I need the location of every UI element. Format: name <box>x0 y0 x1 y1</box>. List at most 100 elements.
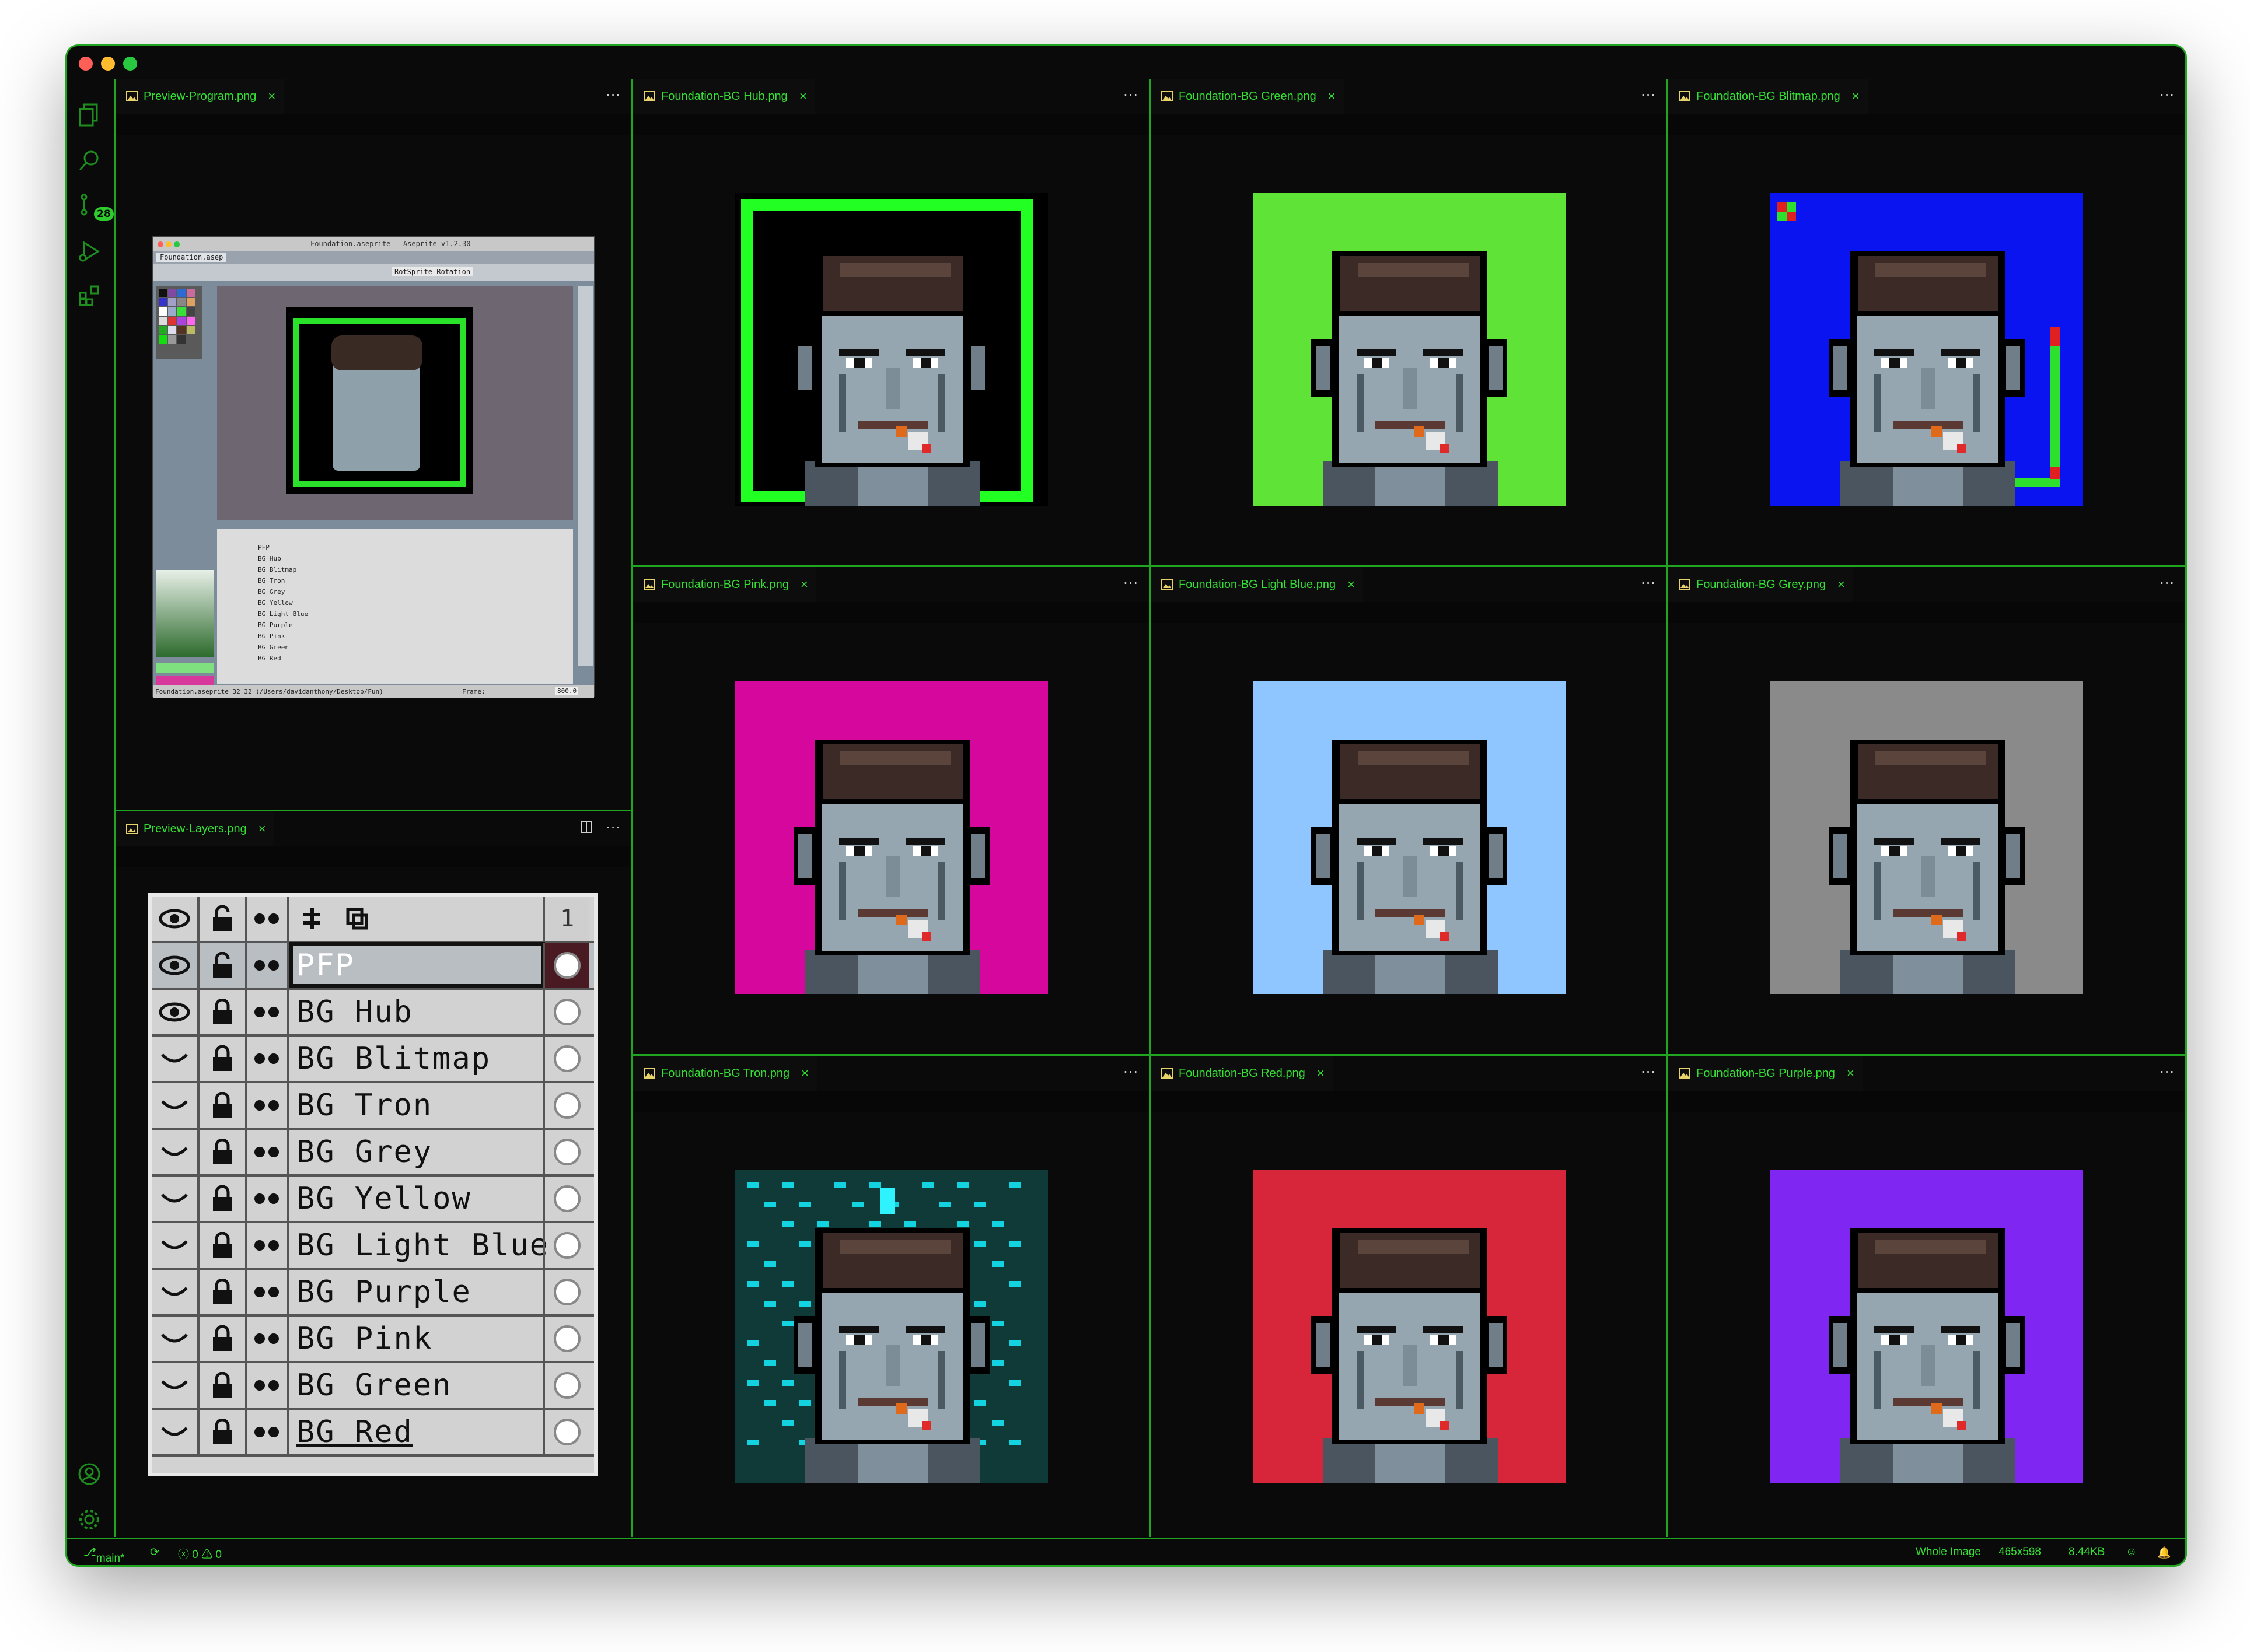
close-tab-icon[interactable]: × <box>1852 89 1860 104</box>
cel-indicator[interactable] <box>543 990 589 1034</box>
notifications-bell-icon[interactable]: 🔔 <box>2157 1546 2171 1560</box>
more-actions-icon[interactable]: ··· <box>1123 87 1138 103</box>
layer-name[interactable]: BG Purple <box>296 1270 471 1314</box>
settings-gear-icon[interactable] <box>76 1507 102 1532</box>
lock-icon[interactable] <box>200 1083 247 1128</box>
zoom-mode[interactable]: Whole Image <box>1916 1546 1981 1559</box>
layer-row[interactable]: BG Purple <box>152 1270 594 1317</box>
continuous-icon[interactable] <box>247 1317 289 1361</box>
zoom-button[interactable] <box>123 57 137 71</box>
lock-icon[interactable] <box>200 1270 247 1314</box>
continuous-icon[interactable] <box>247 1083 289 1128</box>
close-tab-icon[interactable]: × <box>801 577 808 592</box>
continuous-icon[interactable] <box>247 1223 289 1268</box>
tab-bg-green[interactable]: Foundation-BG Green.png × <box>1151 79 1344 114</box>
lock-icon[interactable] <box>200 1317 247 1361</box>
layer-row[interactable]: BG Pink <box>152 1317 594 1363</box>
lock-icon[interactable] <box>200 1177 247 1221</box>
more-actions-icon[interactable]: ··· <box>1123 1064 1138 1080</box>
close-button[interactable] <box>79 57 93 71</box>
layer-name[interactable]: BG Light Blue <box>296 1223 549 1268</box>
eye-closed-icon[interactable] <box>152 1223 200 1268</box>
continuous-icon[interactable] <box>247 1270 289 1314</box>
continuous-icon[interactable] <box>247 1037 289 1081</box>
eye-icon[interactable] <box>152 943 200 988</box>
lock-icon[interactable] <box>200 1223 247 1268</box>
close-tab-icon[interactable]: × <box>1837 577 1845 592</box>
eye-closed-icon[interactable] <box>152 1363 200 1408</box>
more-actions-icon[interactable]: ··· <box>2160 575 2175 592</box>
more-actions-icon[interactable]: ··· <box>1641 575 1656 592</box>
more-actions-icon[interactable]: ··· <box>1641 87 1656 103</box>
cel-indicator[interactable] <box>543 1130 589 1174</box>
layer-name[interactable]: BG Yellow <box>296 1177 471 1221</box>
layer-name[interactable]: BG Hub <box>296 990 413 1034</box>
layer-name[interactable]: BG Green <box>296 1363 452 1408</box>
feedback-icon[interactable]: ☺ <box>2126 1546 2137 1559</box>
tab-preview-layers[interactable]: Preview-Layers.png × <box>116 811 274 846</box>
more-actions-icon[interactable]: ··· <box>606 820 621 836</box>
layer-row[interactable]: BG Grey <box>152 1130 594 1177</box>
close-tab-icon[interactable]: × <box>1847 1066 1854 1081</box>
lock-icon[interactable] <box>200 1037 247 1081</box>
eye-closed-icon[interactable] <box>152 1083 200 1128</box>
extensions-icon[interactable] <box>76 283 102 309</box>
eye-closed-icon[interactable] <box>152 1410 200 1454</box>
branch-indicator[interactable]: ⎇ main* <box>83 1546 124 1564</box>
close-tab-icon[interactable]: × <box>799 89 807 104</box>
cel-indicator[interactable] <box>543 1410 589 1454</box>
lock-icon[interactable] <box>200 1130 247 1174</box>
layer-row[interactable]: BG Green <box>152 1363 594 1410</box>
eye-icon[interactable] <box>152 990 200 1034</box>
tab-bg-tron[interactable]: Foundation-BG Tron.png × <box>633 1056 817 1091</box>
cel-indicator[interactable] <box>543 1037 589 1081</box>
layer-row[interactable]: BG Red <box>152 1410 594 1457</box>
cel-indicator[interactable] <box>543 1223 589 1268</box>
cel-indicator[interactable] <box>543 1363 589 1408</box>
layer-row[interactable]: PFP <box>152 942 594 990</box>
lock-icon[interactable] <box>200 990 247 1034</box>
cel-indicator[interactable] <box>543 943 589 988</box>
layer-row[interactable]: BG Yellow <box>152 1177 594 1223</box>
split-editor-icon[interactable] <box>580 821 593 834</box>
continuous-icon[interactable] <box>247 990 289 1034</box>
continuous-icon[interactable] <box>247 943 289 988</box>
eye-closed-icon[interactable] <box>152 1317 200 1361</box>
tab-bg-hub[interactable]: Foundation-BG Hub.png × <box>633 79 815 114</box>
layer-row[interactable]: BG Tron <box>152 1083 594 1130</box>
more-actions-icon[interactable]: ··· <box>606 87 621 103</box>
lock-icon[interactable] <box>200 1363 247 1408</box>
files-icon[interactable] <box>76 102 102 128</box>
close-tab-icon[interactable]: × <box>1328 89 1336 104</box>
sync-icon[interactable]: ⟳ <box>150 1546 159 1559</box>
tab-bg-red[interactable]: Foundation-BG Red.png × <box>1151 1056 1333 1091</box>
eye-closed-icon[interactable] <box>152 1130 200 1174</box>
eye-closed-icon[interactable] <box>152 1177 200 1221</box>
tab-bg-blitmap[interactable]: Foundation-BG Blitmap.png × <box>1668 79 1868 114</box>
tab-bg-purple[interactable]: Foundation-BG Purple.png × <box>1668 1056 1863 1091</box>
layer-name[interactable]: BG Red <box>296 1410 413 1454</box>
tab-bg-pink[interactable]: Foundation-BG Pink.png × <box>633 567 816 602</box>
more-actions-icon[interactable]: ··· <box>1641 1064 1656 1080</box>
more-actions-icon[interactable]: ··· <box>1123 575 1138 592</box>
account-icon[interactable] <box>76 1461 102 1487</box>
more-actions-icon[interactable]: ··· <box>2160 87 2175 103</box>
continuous-icon[interactable] <box>247 1410 289 1454</box>
tab-bg-grey[interactable]: Foundation-BG Grey.png × <box>1668 567 1853 602</box>
layer-name[interactable]: BG Blitmap <box>296 1037 491 1081</box>
run-debug-icon[interactable] <box>76 239 102 264</box>
minimize-button[interactable] <box>101 57 115 71</box>
search-icon[interactable] <box>76 148 102 173</box>
eye-closed-icon[interactable] <box>152 1037 200 1081</box>
close-tab-icon[interactable]: × <box>268 89 275 104</box>
cel-indicator[interactable] <box>543 1177 589 1221</box>
layer-name[interactable]: BG Tron <box>296 1083 432 1128</box>
lock-icon[interactable] <box>200 1410 247 1454</box>
source-control-icon[interactable]: 28 <box>76 192 114 221</box>
cel-indicator[interactable] <box>543 1083 589 1128</box>
continuous-icon[interactable] <box>247 1177 289 1221</box>
eye-closed-icon[interactable] <box>152 1270 200 1314</box>
close-tab-icon[interactable]: × <box>1347 577 1355 592</box>
layer-name[interactable]: BG Grey <box>296 1130 432 1174</box>
problems-indicator[interactable]: ⓧ 0 ⚠ 0 <box>178 1546 222 1562</box>
